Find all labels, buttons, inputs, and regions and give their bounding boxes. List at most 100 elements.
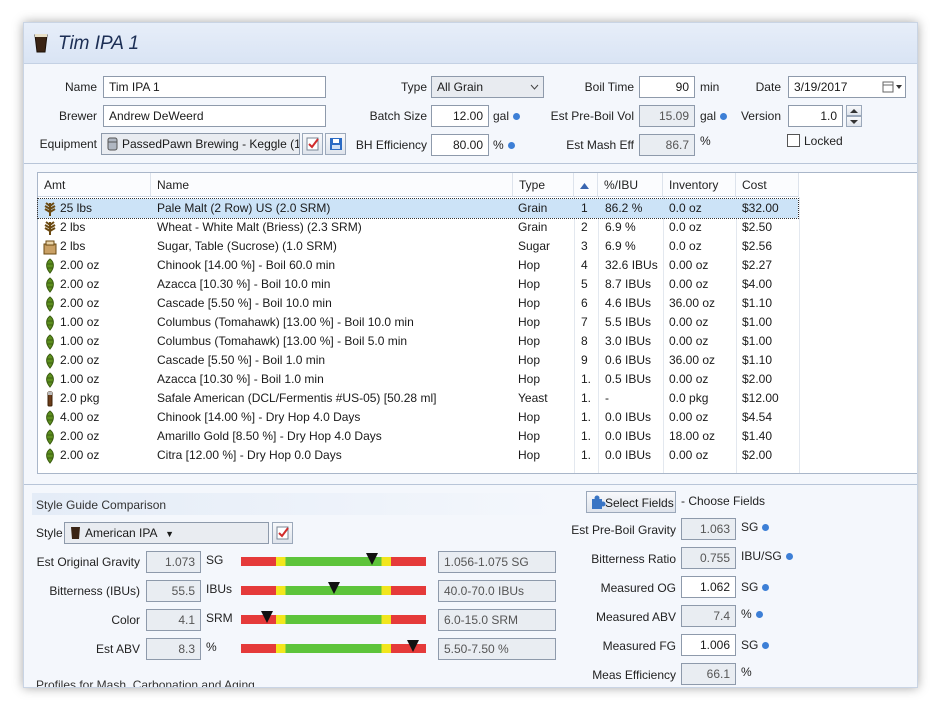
cell-name: Columbus (Tomahawk) [13.00 %] - Boil 10.… (157, 315, 414, 329)
cell-name: Wheat - White Malt (Briess) (2.3 SRM) (157, 220, 362, 234)
ingredients-grid[interactable]: Amt Name Type %/IBU Inventory Cost 25 lb… (37, 172, 917, 474)
table-row[interactable]: 2.00 oz Amarillo Gold [8.50 %] - Dry Hop … (38, 427, 798, 446)
cell-type: Yeast (518, 391, 548, 405)
hop-icon (42, 410, 58, 426)
cell-cost: $2.00 (742, 372, 773, 386)
bitterness-ratio-unit: IBU/SG (741, 549, 793, 563)
beer-glass-icon (71, 527, 80, 539)
info-dot-icon (785, 553, 793, 561)
cell-pct: 6.9 % (605, 239, 636, 253)
version-label: Version (740, 109, 781, 123)
measured-og-unit: SG (741, 580, 770, 594)
table-row[interactable]: 4.00 oz Chinook [14.00 %] - Dry Hop 4.0 D… (38, 408, 798, 427)
calendar-icon (882, 81, 902, 93)
cell-amt: 2 lbs (60, 239, 86, 253)
version-input[interactable]: 1.0 (788, 105, 843, 127)
cell-type: Grain (518, 201, 548, 215)
cell-name: Azacca [10.30 %] - Boil 10.0 min (157, 277, 331, 291)
boil-time-input[interactable]: 90 (639, 76, 695, 98)
date-picker[interactable]: 3/19/2017 (788, 76, 906, 98)
measured-fg-label: Measured FG (602, 639, 676, 653)
type-label: Type (400, 80, 427, 94)
table-row[interactable]: 2.00 oz Azacca [10.30 %] - Boil 10.0 min H… (38, 275, 798, 294)
preboil-gravity-value: 1.063 (681, 518, 736, 540)
measured-abv-value: 7.4 (681, 605, 736, 627)
edit-equipment-button[interactable] (302, 133, 323, 155)
measured-og-input[interactable]: 1.062 (681, 576, 736, 598)
equipment-dropdown[interactable]: PassedPawn Brewing - Keggle (15 (101, 133, 300, 155)
table-row[interactable]: 1.00 oz Columbus (Tomahawk) [13.00 %] - B… (38, 313, 798, 332)
chevron-down-icon (530, 84, 539, 90)
cell-amt: 2.00 oz (60, 448, 100, 462)
edit-style-button[interactable] (272, 522, 293, 544)
title-bar: Tim IPA 1 (24, 23, 917, 64)
col-header-name[interactable]: Name (151, 173, 513, 197)
cell-cost: $32.00 (742, 201, 779, 215)
col-header-inventory[interactable]: Inventory (663, 173, 736, 197)
ibu-unit: IBUs (206, 582, 233, 596)
cell-num: 8 (581, 334, 588, 348)
table-row[interactable]: 1.00 oz Azacca [10.30 %] - Boil 1.0 min Ho… (38, 370, 798, 389)
cell-amt: 2.00 oz (60, 258, 100, 272)
type-value: All Grain (437, 80, 484, 94)
cell-num: 5 (581, 277, 588, 291)
col-header-type[interactable]: Type (513, 173, 574, 197)
select-fields-label: Select Fields (605, 496, 674, 510)
type-dropdown[interactable]: All Grain (431, 76, 544, 98)
table-row[interactable]: 2.00 oz Cascade [5.50 %] - Boil 1.0 min Ho… (38, 351, 798, 370)
cell-inv: 0.00 oz (669, 448, 709, 462)
style-dropdown[interactable]: American IPA ▼ (64, 522, 269, 544)
brewer-input[interactable]: Andrew DeWeerd (103, 105, 326, 127)
cell-num: 1. (581, 410, 592, 424)
cell-pct: 0.0 IBUs (605, 410, 652, 424)
version-up-button[interactable] (846, 105, 862, 116)
cell-name: Azacca [10.30 %] - Boil 1.0 min (157, 372, 324, 386)
recipe-window: Tim IPA 1 Name Tim IPA 1 Brewer Andrew D… (23, 22, 918, 688)
brewer-label: Brewer (58, 109, 97, 123)
table-row[interactable]: 2 lbs Wheat - White Malt (Briess) (2.3 SR… (38, 218, 798, 237)
cell-num: 1. (581, 448, 592, 462)
cell-pct: 0.6 IBUs (605, 353, 652, 367)
bh-efficiency-input[interactable]: 80.00 (431, 134, 489, 156)
cell-pct: 5.5 IBUs (605, 315, 652, 329)
table-row[interactable]: 2.00 oz Citra [12.00 %] - Dry Hop 0.0 Day… (38, 446, 798, 465)
meas-efficiency-label: Meas Efficiency (592, 668, 676, 682)
abv-marker (407, 640, 420, 652)
version-down-button[interactable] (846, 116, 862, 127)
cell-inv: 0.00 oz (669, 258, 709, 272)
abv-unit: % (206, 640, 217, 654)
cell-type: Sugar (518, 239, 551, 253)
sugar-icon (42, 239, 58, 255)
cell-cost: $2.50 (742, 220, 773, 234)
table-row[interactable]: 2.00 oz Cascade [5.50 %] - Boil 10.0 min H… (38, 294, 798, 313)
measured-fg-input[interactable]: 1.006 (681, 634, 736, 656)
hop-icon (42, 334, 58, 350)
cell-type: Hop (518, 372, 541, 386)
locked-checkbox[interactable] (787, 134, 800, 147)
select-fields-button[interactable]: Select Fields (586, 491, 676, 513)
name-input[interactable]: Tim IPA 1 (103, 76, 326, 98)
date-value: 3/19/2017 (794, 80, 848, 94)
cell-pct: 8.7 IBUs (605, 277, 652, 291)
cell-amt: 2.00 oz (60, 296, 100, 310)
cell-amt: 2.00 oz (60, 353, 100, 367)
col-header-amt[interactable]: Amt (38, 173, 151, 197)
table-row[interactable]: 2.0 pkg Safale American (DCL/Fermentis #U… (38, 389, 798, 408)
batch-size-input[interactable]: 12.00 (431, 105, 489, 127)
og-marker (366, 553, 379, 565)
recipe-title: Tim IPA 1 (58, 33, 140, 54)
boil-time-unit: min (700, 80, 720, 94)
cell-type: Hop (518, 334, 541, 348)
table-row[interactable]: 25 lbs Pale Malt (2 Row) US (2.0 SRM) Grai… (37, 198, 799, 219)
col-header-order[interactable] (574, 173, 598, 197)
table-row[interactable]: 1.00 oz Columbus (Tomahawk) [13.00 %] - B… (38, 332, 798, 351)
cell-cost: $1.00 (742, 334, 773, 348)
col-header-cost[interactable]: Cost (736, 173, 799, 197)
cell-inv: 0.0 oz (669, 220, 702, 234)
cell-pct: 32.6 IBUs (605, 258, 658, 272)
cell-pct: 0.5 IBUs (605, 372, 652, 386)
col-header-pct[interactable]: %/IBU (598, 173, 663, 197)
table-row[interactable]: 2.00 oz Chinook [14.00 %] - Boil 60.0 min… (38, 256, 798, 275)
cell-name: Safale American (DCL/Fermentis #US-05) [… (157, 391, 437, 405)
table-row[interactable]: 2 lbs Sugar, Table (Sucrose) (1.0 SRM) Sug… (38, 237, 798, 256)
